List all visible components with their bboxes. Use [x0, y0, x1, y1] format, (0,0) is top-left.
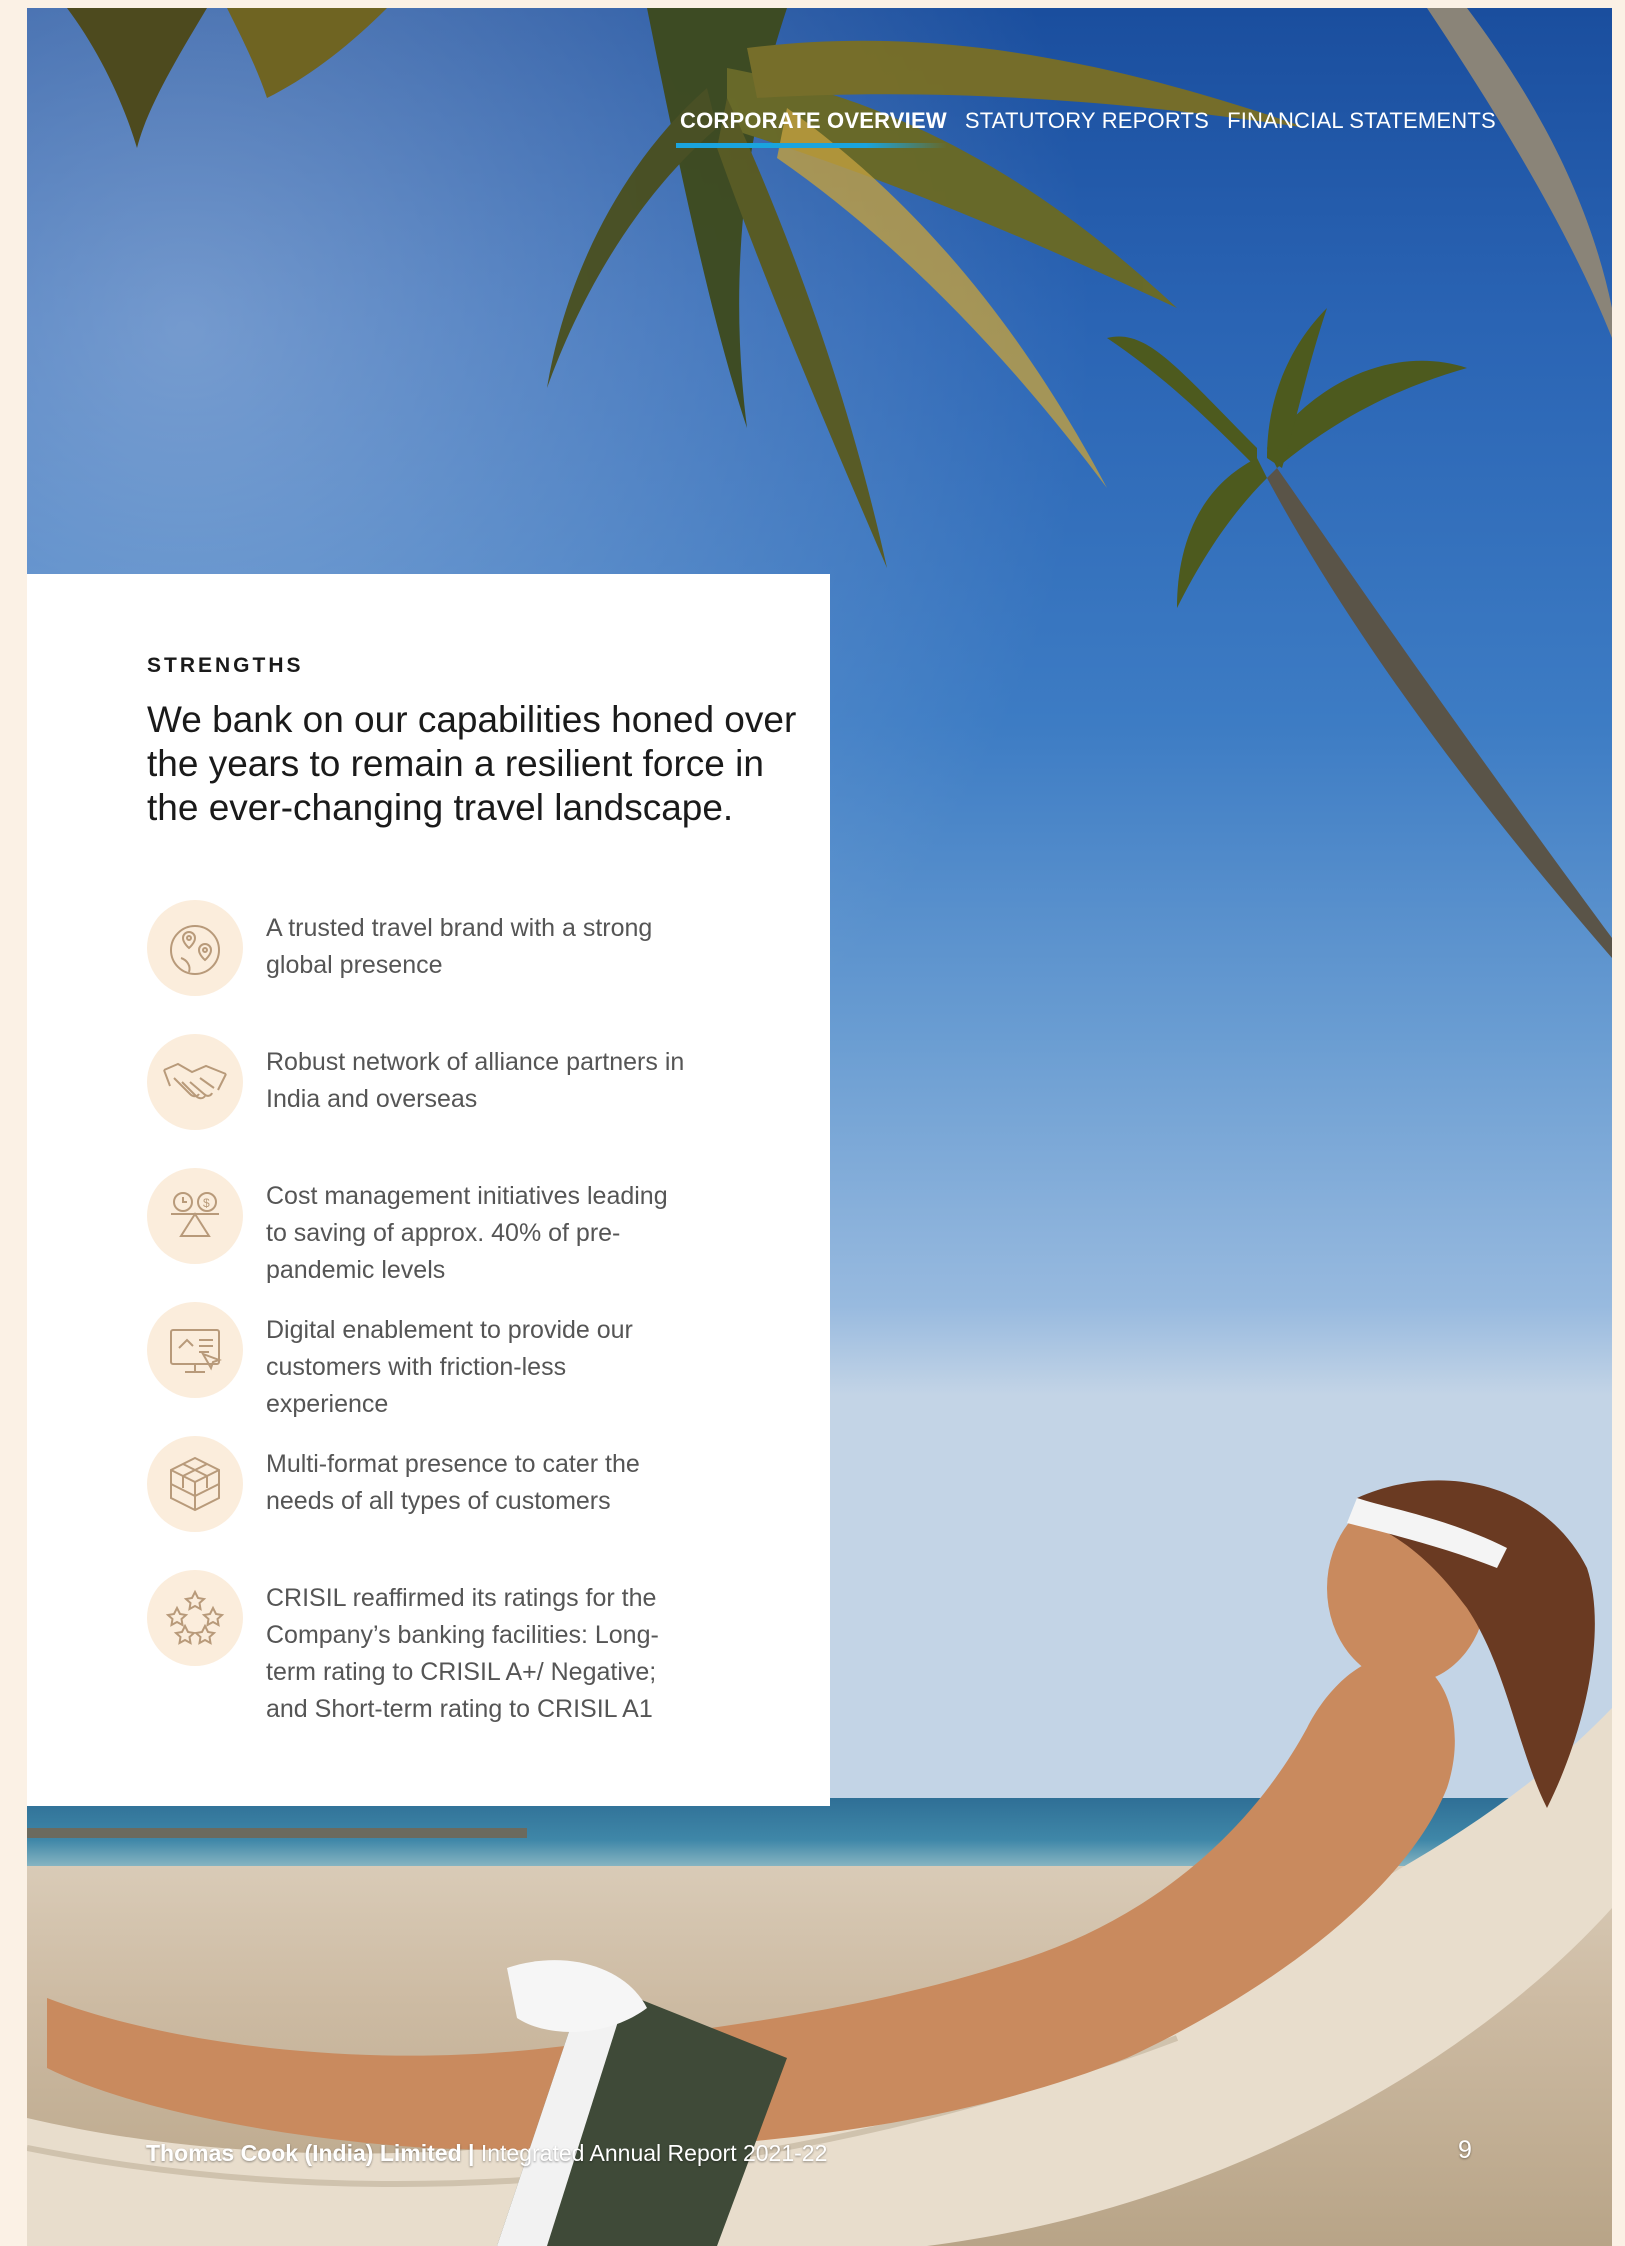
- footer-separator: |: [468, 2140, 475, 2166]
- strength-text: CRISIL reaffirmed its ratings for the Co…: [266, 1584, 659, 1723]
- footer-company: Thomas Cook (India) Limited: [146, 2140, 462, 2166]
- stars-icon: [147, 1570, 243, 1666]
- globe-pins-icon: [147, 900, 243, 996]
- tab-corporate-overview[interactable]: CORPORATE OVERVIEW: [676, 108, 947, 148]
- balance-scale-icon: $: [147, 1168, 243, 1264]
- strength-text: Multi-format presence to cater the needs…: [266, 1450, 640, 1515]
- strength-text: Digital enablement to provide our custom…: [266, 1316, 633, 1418]
- handshake-icon: [147, 1034, 243, 1130]
- top-navigation: CORPORATE OVERVIEW STATUTORY REPORTS FIN…: [676, 108, 1496, 148]
- strength-text: Robust network of alliance partners in I…: [266, 1048, 685, 1113]
- strength-text: A trusted travel brand with a strong glo…: [266, 914, 653, 979]
- footer-report-title: Integrated Annual Report 2021-22: [480, 2140, 828, 2166]
- page-margin: [0, 0, 27, 2246]
- digital-screen-icon: [147, 1302, 243, 1398]
- cube-icon: [147, 1436, 243, 1532]
- page-title: We bank on our capabilities honed over t…: [147, 699, 797, 828]
- footer: Thomas Cook (India) Limited | Integrated…: [146, 2140, 827, 2167]
- tab-statutory-reports[interactable]: STATUTORY REPORTS: [965, 108, 1209, 148]
- tab-financial-statements[interactable]: FINANCIAL STATEMENTS: [1227, 108, 1496, 148]
- svg-text:$: $: [203, 1196, 210, 1210]
- section-label: STRENGTHS: [147, 654, 304, 677]
- strengths-panel: STRENGTHS We bank on our capabilities ho…: [27, 574, 830, 1806]
- strength-text: Cost management initiatives leading to s…: [266, 1182, 668, 1284]
- page-number: 9: [1458, 2136, 1472, 2164]
